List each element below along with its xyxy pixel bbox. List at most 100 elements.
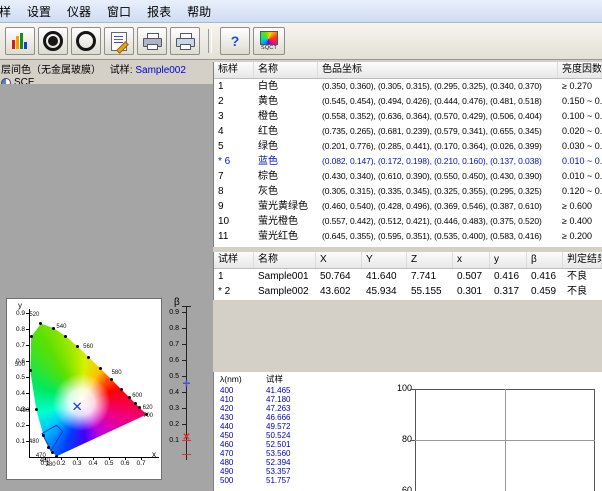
cell-reflectance: 47.263 <box>266 404 290 413</box>
menu-item-report[interactable]: 报表 <box>139 1 179 22</box>
y-tick-label: 0.5 <box>9 374 25 381</box>
menu-item-settings[interactable]: 设置 <box>19 1 59 22</box>
cell-wavelength: 400 <box>220 386 258 395</box>
standards-row[interactable]: 1白色(0.350, 0.360), (0.305, 0.315), (0.29… <box>214 79 602 94</box>
cell-sample-id: 1 <box>214 269 254 284</box>
menu-item-help[interactable]: 帮助 <box>179 1 219 22</box>
beta-tick-label: 0.9 <box>160 309 179 316</box>
y-tick <box>26 409 29 410</box>
cell-standard-name: 橙色 <box>254 109 318 124</box>
document-pencil-icon <box>111 32 127 51</box>
locus-dot-600 <box>128 396 131 399</box>
header-chromaticity: 色品坐标 <box>318 62 558 78</box>
cell-reflectance: 46.666 <box>266 413 290 422</box>
menu-item-instrument[interactable]: 仪器 <box>59 1 99 22</box>
samples-table-body: 1Sample00150.76441.6407.7410.5070.4160.4… <box>214 269 602 299</box>
cell-result: 不良 <box>563 269 602 284</box>
spectral-row: 48052.394 <box>214 458 391 467</box>
cell-y: 0.317 <box>490 284 527 299</box>
help-button[interactable]: ? <box>220 27 250 55</box>
cell-reflectance: 53.357 <box>266 467 290 476</box>
cell-luminance: 0.030 ~ 0.120 <box>558 139 602 154</box>
header-sample-id: 试样 <box>214 252 254 268</box>
cell-wavelength: 500 <box>220 476 258 485</box>
current-sample-name[interactable]: Sample002 <box>135 65 186 76</box>
beta-tick-label: 0.3 <box>160 405 179 412</box>
color-scale-button[interactable] <box>5 27 35 55</box>
edit-report-button[interactable] <box>104 27 134 55</box>
color-bars-icon <box>12 33 29 49</box>
standards-row[interactable]: 8灰色(0.305, 0.315), (0.335, 0.345), (0.32… <box>214 184 602 199</box>
cell-standard-id: * 6 <box>214 154 254 169</box>
header-beta: β <box>527 252 563 268</box>
print-button[interactable] <box>137 27 167 55</box>
menu-bar: 样 设置 仪器 窗口 报表 帮助 <box>0 0 602 23</box>
y-tick <box>26 329 29 330</box>
menu-item-window[interactable]: 窗口 <box>99 1 139 22</box>
samples-row[interactable]: * 2Sample00243.60245.93455.1550.3010.317… <box>214 284 602 299</box>
locus-wavelength-label: 560 <box>83 344 93 350</box>
cell-standard-id: 8 <box>214 184 254 199</box>
standards-row[interactable]: 10萤光橙色(0.557, 0.442), (0.512, 0.421), (0… <box>214 214 602 229</box>
standards-row[interactable]: 9萤光黄绿色(0.460, 0.540), (0.428, 0.496), (0… <box>214 199 602 214</box>
cell-X: 43.602 <box>316 284 362 299</box>
standards-row[interactable]: 3橙色(0.558, 0.352), (0.636, 0.364), (0.57… <box>214 109 602 124</box>
cell-luminance: ≥ 0.600 <box>558 199 602 214</box>
standards-row[interactable]: 4红色(0.735, 0.265), (0.681, 0.239), (0.57… <box>214 124 602 139</box>
header-Y: Y <box>362 252 407 268</box>
locus-wavelength-label: 600 <box>132 393 142 399</box>
cell-standard-name: 蓝色 <box>254 154 318 169</box>
standards-row[interactable]: 11萤光红色(0.645, 0.355), (0.595, 0.351), (0… <box>214 229 602 244</box>
beta-tick-label: 0.1 <box>160 437 179 444</box>
cell-standard-id: 7 <box>214 169 254 184</box>
y-tick-label: 0.8 <box>9 326 25 333</box>
locus-dot-580 <box>110 378 113 381</box>
spectral-list-header: λ(nm) 试样 <box>214 372 391 386</box>
beta-axis-label: β <box>174 297 180 308</box>
info-bar: 层间色（无金属玻膜） 试样: Sample002 SCE <box>0 60 213 84</box>
toolbar: ? SQCT <box>0 23 602 60</box>
standards-row[interactable]: 5绿色(0.201, 0.776), (0.285, 0.441), (0.17… <box>214 139 602 154</box>
cell-wavelength: 480 <box>220 458 258 467</box>
beta-tick <box>182 392 187 393</box>
cell-standard-name: 黄色 <box>254 94 318 109</box>
cell-standard-id: 9 <box>214 199 254 214</box>
cell-chromaticity: (0.430, 0.340), (0.610, 0.390), (0.550, … <box>318 169 558 184</box>
beta-tick <box>182 328 187 329</box>
target-circle-icon <box>43 31 63 51</box>
cell-reflectance: 41.465 <box>266 386 290 395</box>
print-preview-button[interactable] <box>170 27 200 55</box>
cell-X: 50.764 <box>316 269 362 284</box>
cell-standard-id: 1 <box>214 79 254 94</box>
chart-ytick-80: 80 <box>391 434 412 444</box>
measure-sample-button[interactable] <box>71 27 101 55</box>
locus-dot-610 <box>134 402 137 405</box>
cell-sample-name: Sample001 <box>254 269 316 284</box>
menu-item-sample[interactable]: 样 <box>0 1 19 22</box>
beta-tick <box>182 408 187 409</box>
y-tick-label: 0.3 <box>9 406 25 413</box>
locus-wavelength-label: 700 <box>143 413 153 419</box>
samples-table: 试样 名称 X Y Z x y β 判定结果 1Sample00150.7644… <box>213 252 602 300</box>
beta-tick-label: 0.5 <box>160 373 179 380</box>
samples-row[interactable]: 1Sample00150.76441.6407.7410.5070.4160.4… <box>214 269 602 284</box>
y-axis-label: y <box>18 301 22 310</box>
cell-chromaticity: (0.558, 0.352), (0.636, 0.364), (0.570, … <box>318 109 558 124</box>
standards-row[interactable]: 7棕色(0.430, 0.340), (0.610, 0.390), (0.55… <box>214 169 602 184</box>
measure-standard-button[interactable] <box>38 27 68 55</box>
locus-wavelength-label: 620 <box>143 405 153 411</box>
header-y: y <box>490 252 527 268</box>
cell-chromaticity: (0.082, 0.147), (0.172, 0.198), (0.210, … <box>318 154 558 169</box>
y-tick-label: 0.4 <box>9 390 25 397</box>
spectral-row: 49053.357 <box>214 467 391 476</box>
film-type-label: 层间色（无金属玻膜） <box>1 65 101 76</box>
cell-Z: 55.155 <box>407 284 453 299</box>
locus-wavelength-label: 480 <box>29 439 39 445</box>
standards-table-header: 标样 名称 色品坐标 亮度因数 <box>214 62 602 79</box>
sqct-button[interactable]: SQCT <box>253 27 285 55</box>
cell-wavelength: 420 <box>220 404 258 413</box>
standards-row[interactable]: * 6蓝色(0.082, 0.147), (0.172, 0.198), (0.… <box>214 154 602 169</box>
cell-y: 0.416 <box>490 269 527 284</box>
header-sample-name: 名称 <box>254 252 316 268</box>
standards-row[interactable]: 2黄色(0.545, 0.454), (0.494, 0.426), (0.44… <box>214 94 602 109</box>
